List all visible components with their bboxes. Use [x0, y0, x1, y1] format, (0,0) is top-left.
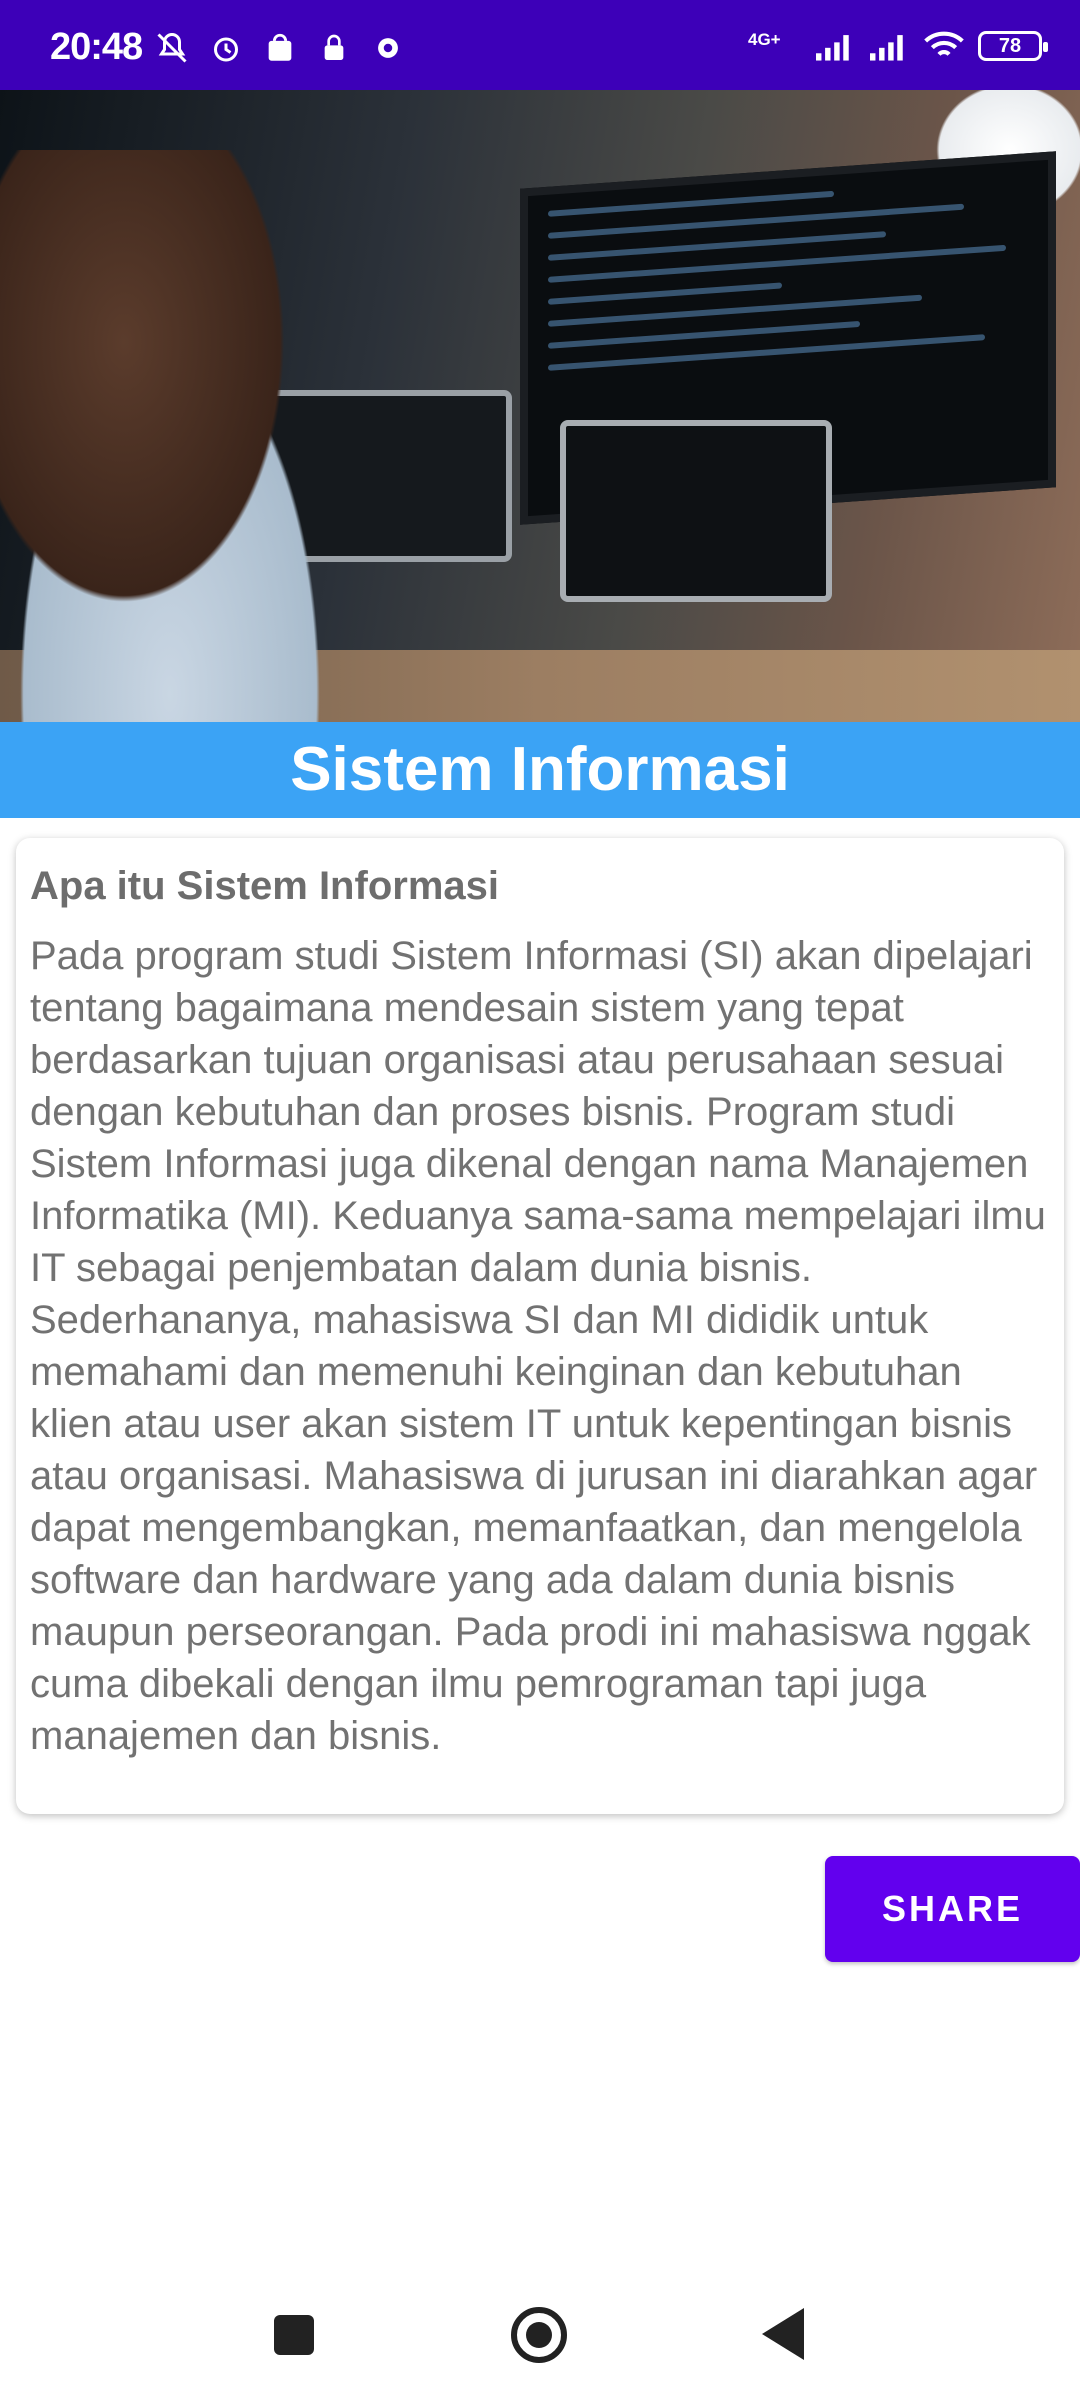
alarm-icon: [206, 28, 246, 68]
status-bar: 20:48 4G+ 78: [0, 0, 1080, 90]
signal-icon: [816, 26, 856, 66]
home-button[interactable]: [511, 2307, 567, 2363]
status-icons-left: [152, 28, 408, 68]
vpn-icon: [314, 28, 354, 68]
network-type-label: 4G+: [748, 30, 781, 49]
card-body: Pada program studi Sistem Informasi (SI)…: [30, 934, 1046, 1758]
card-heading: Apa itu Sistem Informasi: [30, 864, 499, 908]
back-button[interactable]: [762, 2308, 804, 2360]
laptop-shape: [560, 420, 832, 602]
page-title: Sistem Informasi: [290, 735, 790, 804]
hero-image: [0, 90, 1080, 722]
recent-apps-button[interactable]: [274, 2315, 314, 2355]
mute-icon: [152, 28, 192, 68]
settings-icon: [368, 28, 408, 68]
person-shape: [0, 150, 400, 722]
status-time: 20:48: [50, 26, 143, 68]
share-button[interactable]: SHARE: [825, 1856, 1080, 1962]
title-bar: Sistem Informasi: [0, 722, 1080, 818]
shopping-bag-icon: [260, 28, 300, 68]
signal-icon: [870, 26, 910, 66]
wifi-icon: [924, 26, 964, 66]
system-nav-bar: [0, 2270, 1080, 2400]
status-icons-right: 78: [816, 26, 1048, 66]
content-card: Apa itu Sistem Informasi Pada program st…: [16, 838, 1064, 1814]
battery-icon: 78: [978, 31, 1048, 61]
